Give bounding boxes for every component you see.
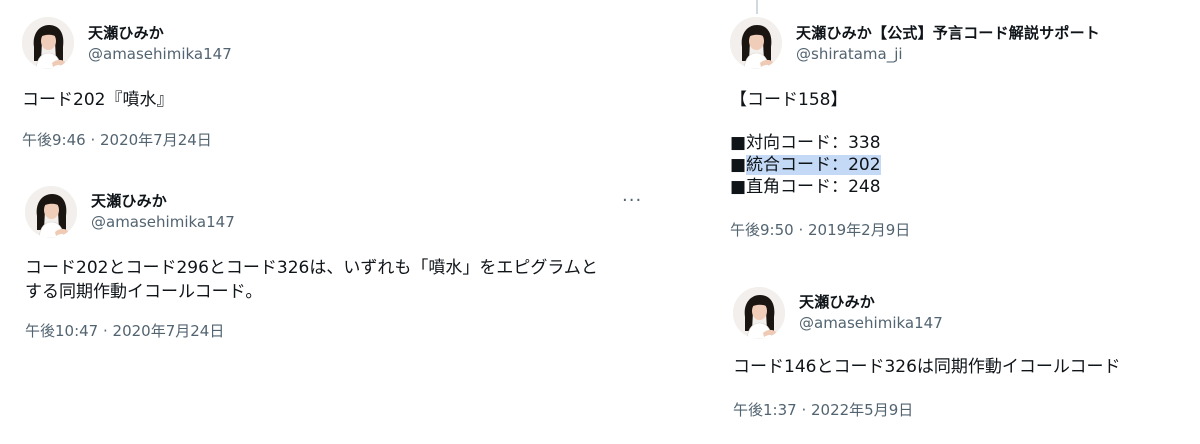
avatar[interactable]: [730, 17, 782, 69]
tweet-text: コード146とコード326は同期作動イコールコード: [733, 357, 1121, 377]
tweet-text-line-2: する同期作動イコールコード。: [25, 282, 263, 302]
highlighted-selection: 統合コード：202: [746, 155, 881, 175]
avatar[interactable]: [22, 17, 74, 69]
code-line-1: ■対向コード：338: [730, 132, 881, 155]
bullet: ■: [730, 155, 747, 175]
code-label: 直角コード：: [746, 177, 849, 197]
tweet-timestamp[interactable]: 午後10:47 · 2020年7月24日: [25, 320, 224, 341]
author-handle[interactable]: @amasehimika147: [799, 314, 943, 332]
code-value: 202: [848, 155, 881, 175]
author-name[interactable]: 天瀬ひみか: [91, 190, 167, 211]
bullet: ■: [730, 177, 747, 197]
author-name[interactable]: 天瀬ひみか: [799, 291, 875, 312]
code-value: 338: [848, 133, 881, 153]
author-handle[interactable]: @shiratama_ji: [796, 45, 903, 63]
tweet-text: コード202『噴水』: [22, 90, 174, 110]
author-name[interactable]: 天瀬ひみか: [88, 22, 164, 43]
tweet-heading: 【コード158】: [730, 90, 848, 110]
profile-photo-icon: [733, 287, 785, 339]
more-options-icon[interactable]: ···: [622, 192, 642, 210]
avatar[interactable]: [25, 186, 77, 238]
tweet-timestamp[interactable]: 午後9:50 · 2019年2月9日: [730, 219, 910, 240]
tweet-timestamp[interactable]: 午後9:46 · 2020年7月24日: [22, 129, 212, 150]
avatar[interactable]: [733, 287, 785, 339]
author-handle[interactable]: @amasehimika147: [91, 213, 235, 231]
thread-connector: [756, 0, 758, 14]
code-label: 統合コード：: [746, 155, 849, 175]
author-name[interactable]: 天瀬ひみか【公式】予言コード解説サポート: [796, 22, 1100, 43]
code-label: 対向コード：: [746, 133, 849, 153]
code-line-3: ■直角コード：248: [730, 176, 881, 199]
profile-photo-icon: [730, 17, 782, 69]
profile-photo-icon: [22, 17, 74, 69]
author-handle[interactable]: @amasehimika147: [88, 45, 232, 63]
code-line-2: ■統合コード：202: [730, 154, 881, 177]
bullet: ■: [730, 133, 747, 153]
tweet-text-line-1: コード202とコード296とコード326は、いずれも「噴水」をエピグラムと: [25, 258, 598, 278]
profile-photo-icon: [25, 186, 77, 238]
code-value: 248: [848, 177, 881, 197]
tweet-timestamp[interactable]: 午後1:37 · 2022年5月9日: [733, 399, 913, 420]
